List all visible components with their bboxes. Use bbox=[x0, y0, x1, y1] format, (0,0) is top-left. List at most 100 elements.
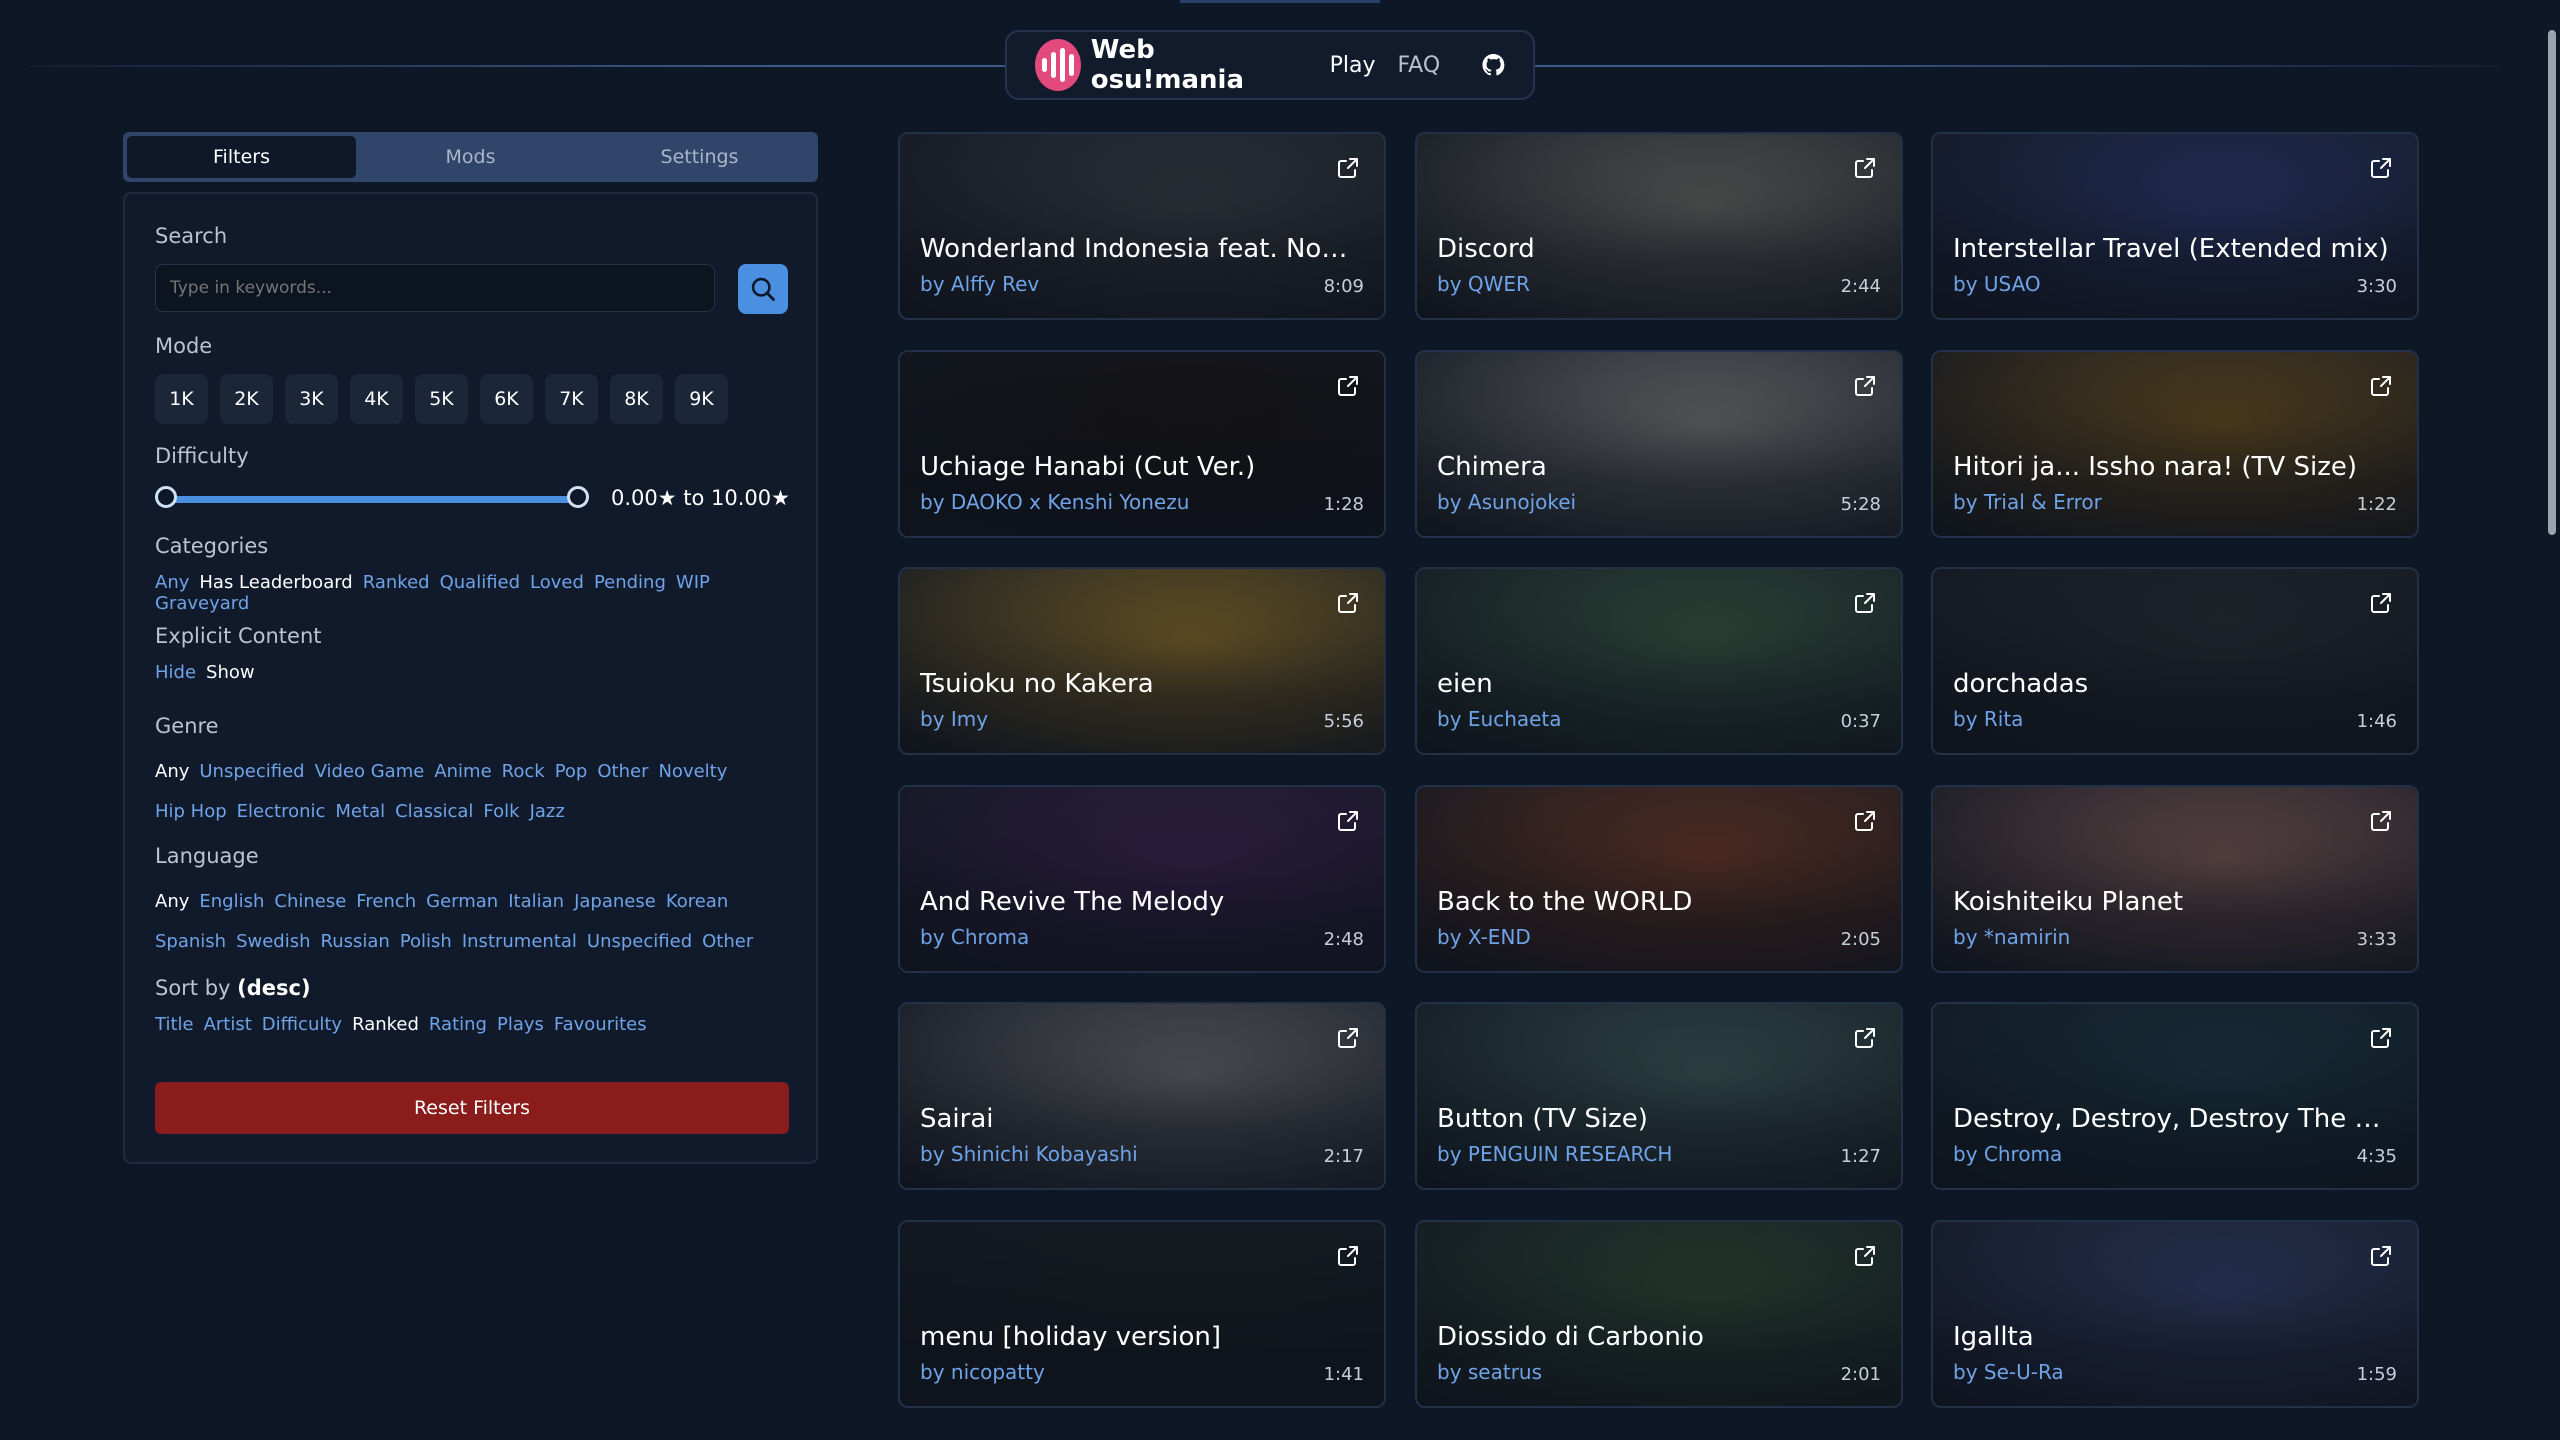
language-option[interactable]: French bbox=[356, 882, 416, 922]
mode-button[interactable]: 3K bbox=[285, 374, 338, 424]
external-link-icon[interactable] bbox=[1336, 156, 1360, 180]
mode-button[interactable]: 8K bbox=[610, 374, 663, 424]
genre-option[interactable]: Unspecified bbox=[199, 752, 304, 792]
genre-option[interactable]: Novelty bbox=[658, 752, 727, 792]
language-option[interactable]: Other bbox=[702, 922, 753, 962]
sort-option[interactable]: Artist bbox=[204, 1014, 252, 1035]
mode-button[interactable]: 2K bbox=[220, 374, 273, 424]
external-link-icon[interactable] bbox=[2369, 1244, 2393, 1268]
beatmap-card[interactable]: Diossido di Carbonio by seatrus 2:01 bbox=[1415, 1220, 1903, 1408]
beatmap-card[interactable]: Button (TV Size) by PENGUIN RESEARCH 1:27 bbox=[1415, 1002, 1903, 1190]
sort-option[interactable]: Ranked bbox=[352, 1014, 419, 1035]
beatmap-artist[interactable]: by Trial & Error bbox=[1953, 490, 2102, 514]
external-link-icon[interactable] bbox=[2369, 591, 2393, 615]
beatmap-card[interactable]: dorchadas by Rita 1:46 bbox=[1931, 567, 2419, 755]
beatmap-artist[interactable]: by Shinichi Kobayashi bbox=[920, 1142, 1138, 1166]
beatmap-card[interactable]: Koishiteiku Planet by *namirin 3:33 bbox=[1931, 785, 2419, 973]
beatmap-card[interactable]: Wonderland Indonesia feat. Novia… by Alff… bbox=[898, 132, 1386, 320]
external-link-icon[interactable] bbox=[1853, 374, 1877, 398]
beatmap-artist[interactable]: by USAO bbox=[1953, 272, 2041, 296]
external-link-icon[interactable] bbox=[2369, 156, 2393, 180]
genre-option[interactable]: Pop bbox=[555, 752, 588, 792]
beatmap-artist[interactable]: by PENGUIN RESEARCH bbox=[1437, 1142, 1672, 1166]
genre-option[interactable]: Rock bbox=[502, 752, 545, 792]
sort-option[interactable]: Rating bbox=[429, 1014, 487, 1035]
language-option[interactable]: Any bbox=[155, 882, 189, 922]
sort-option[interactable]: Title bbox=[155, 1014, 194, 1035]
beatmap-artist[interactable]: by Se-U-Ra bbox=[1953, 1360, 2064, 1384]
beatmap-card[interactable]: Destroy, Destroy, Destroy The Happ… by Ch… bbox=[1931, 1002, 2419, 1190]
genre-option[interactable]: Anime bbox=[434, 752, 491, 792]
beatmap-artist[interactable]: by Chroma bbox=[1953, 1142, 2062, 1166]
mode-button[interactable]: 4K bbox=[350, 374, 403, 424]
page-scrollbar[interactable] bbox=[2548, 30, 2556, 535]
beatmap-card[interactable]: Uchiage Hanabi (Cut Ver.) by DAOKO x Kens… bbox=[898, 350, 1386, 538]
language-option[interactable]: German bbox=[426, 882, 498, 922]
external-link-icon[interactable] bbox=[2369, 1026, 2393, 1050]
external-link-icon[interactable] bbox=[1336, 1026, 1360, 1050]
external-link-icon[interactable] bbox=[1336, 591, 1360, 615]
search-button[interactable] bbox=[738, 264, 788, 314]
external-link-icon[interactable] bbox=[1853, 1026, 1877, 1050]
genre-option[interactable]: Jazz bbox=[530, 792, 565, 832]
beatmap-artist[interactable]: by X-END bbox=[1437, 925, 1531, 949]
beatmap-artist[interactable]: by Chroma bbox=[920, 925, 1029, 949]
beatmap-artist[interactable]: by Asunojokei bbox=[1437, 490, 1576, 514]
external-link-icon[interactable] bbox=[1853, 1244, 1877, 1268]
difficulty-max-handle[interactable] bbox=[567, 486, 589, 508]
external-link-icon[interactable] bbox=[2369, 374, 2393, 398]
genre-option[interactable]: Hip Hop bbox=[155, 792, 227, 832]
tab-filters[interactable]: Filters bbox=[127, 136, 356, 178]
language-option[interactable]: Spanish bbox=[155, 922, 226, 962]
mode-button[interactable]: 1K bbox=[155, 374, 208, 424]
brand-name[interactable]: Web osu!mania bbox=[1091, 35, 1290, 95]
category-option[interactable]: Loved bbox=[530, 572, 584, 593]
beatmap-card[interactable]: Igallta by Se-U-Ra 1:59 bbox=[1931, 1220, 2419, 1408]
beatmap-card[interactable]: Interstellar Travel (Extended mix) by USA… bbox=[1931, 132, 2419, 320]
beatmap-card[interactable]: Chimera by Asunojokei 5:28 bbox=[1415, 350, 1903, 538]
genre-option[interactable]: Metal bbox=[335, 792, 385, 832]
nav-faq-link[interactable]: FAQ bbox=[1398, 53, 1441, 78]
language-option[interactable]: Instrumental bbox=[462, 922, 577, 962]
sort-option[interactable]: Difficulty bbox=[262, 1014, 342, 1035]
github-icon[interactable] bbox=[1482, 52, 1505, 78]
reset-filters-button[interactable]: Reset Filters bbox=[155, 1082, 789, 1134]
genre-option[interactable]: Video Game bbox=[315, 752, 425, 792]
nav-play-link[interactable]: Play bbox=[1330, 53, 1376, 78]
language-option[interactable]: Italian bbox=[508, 882, 564, 922]
search-input[interactable] bbox=[155, 264, 715, 312]
beatmap-artist[interactable]: by Rita bbox=[1953, 707, 2023, 731]
category-option[interactable]: WIP bbox=[676, 572, 710, 593]
external-link-icon[interactable] bbox=[1853, 809, 1877, 833]
external-link-icon[interactable] bbox=[1853, 156, 1877, 180]
language-option[interactable]: English bbox=[199, 882, 264, 922]
external-link-icon[interactable] bbox=[1336, 809, 1360, 833]
external-link-icon[interactable] bbox=[1853, 591, 1877, 615]
beatmap-artist[interactable]: by DAOKO x Kenshi Yonezu bbox=[920, 490, 1189, 514]
beatmap-artist[interactable]: by *namirin bbox=[1953, 925, 2070, 949]
sort-option[interactable]: Favourites bbox=[554, 1014, 647, 1035]
beatmap-card[interactable]: Discord by QWER 2:44 bbox=[1415, 132, 1903, 320]
genre-option[interactable]: Other bbox=[597, 752, 648, 792]
beatmap-card[interactable]: menu [holiday version] by nicopatty 1:41 bbox=[898, 1220, 1386, 1408]
beatmap-card[interactable]: eien by Euchaeta 0:37 bbox=[1415, 567, 1903, 755]
external-link-icon[interactable] bbox=[1336, 374, 1360, 398]
category-option[interactable]: Ranked bbox=[363, 572, 430, 593]
mode-button[interactable]: 6K bbox=[480, 374, 533, 424]
genre-option[interactable]: Classical bbox=[395, 792, 473, 832]
explicit-option[interactable]: Hide bbox=[155, 662, 196, 683]
explicit-option[interactable]: Show bbox=[206, 662, 255, 683]
beatmap-card[interactable]: Back to the WORLD by X-END 2:05 bbox=[1415, 785, 1903, 973]
language-option[interactable]: Swedish bbox=[236, 922, 310, 962]
beatmap-artist[interactable]: by Alffy Rev bbox=[920, 272, 1039, 296]
beatmap-card[interactable]: Sairai by Shinichi Kobayashi 2:17 bbox=[898, 1002, 1386, 1190]
beatmap-card[interactable]: And Revive The Melody by Chroma 2:48 bbox=[898, 785, 1386, 973]
tab-mods[interactable]: Mods bbox=[356, 136, 585, 178]
sort-direction[interactable]: (desc) bbox=[237, 976, 310, 1000]
language-option[interactable]: Chinese bbox=[274, 882, 346, 922]
genre-option[interactable]: Folk bbox=[483, 792, 519, 832]
beatmap-card[interactable]: Hitori ja... Issho nara! (TV Size) by Tri… bbox=[1931, 350, 2419, 538]
external-link-icon[interactable] bbox=[2369, 809, 2393, 833]
language-option[interactable]: Korean bbox=[666, 882, 728, 922]
beatmap-artist[interactable]: by nicopatty bbox=[920, 1360, 1045, 1384]
